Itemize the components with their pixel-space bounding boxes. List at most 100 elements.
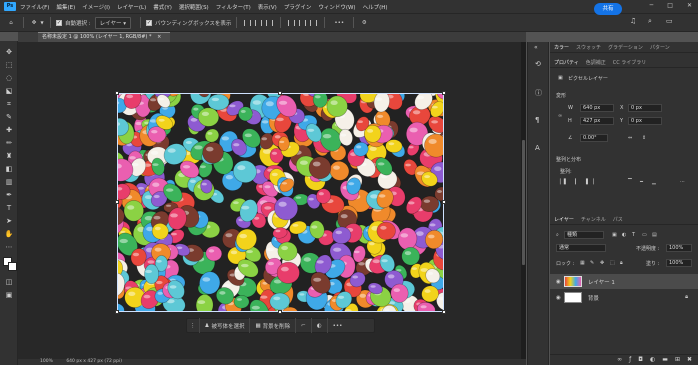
blend-mode-dropdown[interactable]: 通常 <box>556 244 606 252</box>
tab-properties[interactable]: プロパティ <box>554 59 579 66</box>
zoom-level[interactable]: 100% <box>40 359 53 364</box>
select-subject-button[interactable]: ♟ 被写体を選択 <box>200 318 251 333</box>
menu-type[interactable]: 書式(Y) <box>153 3 172 11</box>
link-icon[interactable]: ∞ <box>558 113 562 119</box>
menu-plugins[interactable]: プラグイン <box>284 3 312 11</box>
eyedropper-tool-icon[interactable]: ✎ <box>3 112 15 122</box>
lock-artboard-icon[interactable]: ⬚ <box>610 260 615 266</box>
bell-icon[interactable]: ♫ <box>630 17 636 25</box>
filter-pixel-icon[interactable]: ▣ <box>612 232 617 238</box>
align-right-icon[interactable]: ▌▕ <box>586 179 594 185</box>
context-more-button[interactable]: ••• <box>328 318 348 333</box>
align-middle-icon[interactable] <box>299 19 307 26</box>
width-field[interactable]: 640 px <box>580 104 614 112</box>
history-icon[interactable]: ⟲ <box>535 60 541 68</box>
menu-image[interactable]: イメージ(I) <box>82 3 110 11</box>
trash-icon[interactable]: ✖ <box>687 355 692 365</box>
height-field[interactable]: 427 px <box>580 117 614 125</box>
brush-tool-icon[interactable]: ✏ <box>3 138 15 148</box>
filter-type-icon[interactable]: T <box>632 232 635 238</box>
info-icon[interactable]: ⓘ <box>535 88 542 98</box>
tab-channels[interactable]: チャンネル <box>581 216 606 223</box>
flip-vertical-icon[interactable]: ⇕ <box>642 135 646 141</box>
healing-brush-icon[interactable]: ✚ <box>3 125 15 135</box>
filter-shape-icon[interactable]: ▭ <box>642 232 647 238</box>
mask-icon[interactable]: ◘ <box>638 355 643 365</box>
lock-all-icon[interactable]: 🔒︎ <box>620 260 623 266</box>
adjustment-layer-icon[interactable]: ◐ <box>650 355 655 365</box>
marquee-tool-icon[interactable]: ⬚ <box>3 60 15 70</box>
transform-handle-br[interactable] <box>442 310 446 314</box>
workspace-icon[interactable]: ▭ <box>666 17 673 25</box>
fill-field[interactable]: 100% <box>666 259 692 267</box>
menu-help[interactable]: ヘルプ(H) <box>363 3 388 11</box>
lock-icon[interactable]: 🔒︎ <box>685 294 688 301</box>
lock-transparent-icon[interactable]: ▦ <box>580 260 585 266</box>
path-select-tool-icon[interactable]: ➤ <box>3 216 15 226</box>
crop-tool-icon[interactable]: ⌗ <box>3 99 15 109</box>
share-button[interactable]: 共有 <box>594 3 622 15</box>
close-icon[interactable]: ✕ <box>687 2 692 9</box>
align-section-title[interactable]: 整列と分布 <box>556 156 581 163</box>
y-field[interactable]: 0 px <box>628 117 662 125</box>
move-tool-icon[interactable]: ✥ <box>29 20 39 26</box>
tab-libraries[interactable]: CC ライブラリ <box>613 59 647 66</box>
collapse-icon[interactable]: « <box>534 44 538 51</box>
move-tool-icon[interactable]: ✥ <box>3 47 15 57</box>
lasso-tool-icon[interactable]: ◌ <box>3 73 15 83</box>
more-align-icon[interactable]: ⋯ <box>680 179 685 185</box>
screen-mode-icon[interactable]: ▣ <box>3 290 15 300</box>
auto-select-dropdown[interactable]: レイヤー ▾ <box>94 16 131 29</box>
filter-adjust-icon[interactable]: ◐ <box>622 232 626 238</box>
document-tab[interactable]: 名称未設定 1 @ 100% (レイヤー 1, RGB/8#) * × <box>38 32 170 42</box>
menu-window[interactable]: ウィンドウ(W) <box>318 3 355 11</box>
remove-background-button[interactable]: ▦ 背景を削除 <box>250 318 297 333</box>
auto-select-checkbox[interactable]: ✓ <box>56 19 62 26</box>
hand-tool-icon[interactable]: ✋ <box>3 229 15 239</box>
visibility-eye-icon[interactable]: ◉ <box>556 279 561 285</box>
transform-handle-mr[interactable] <box>442 200 446 204</box>
fx-icon[interactable]: ƒ <box>629 355 631 365</box>
tab-patterns[interactable]: パターン <box>650 44 670 51</box>
align-top-icon[interactable] <box>288 19 296 26</box>
minimize-icon[interactable]: ─ <box>650 2 654 9</box>
menu-file[interactable]: ファイル(F) <box>20 3 49 11</box>
transform-section-title[interactable]: 変形 <box>556 92 566 99</box>
lock-position-icon[interactable]: ✥ <box>600 260 604 266</box>
tab-swatches[interactable]: スウォッチ <box>576 44 601 51</box>
align-left-icon[interactable]: ▏▌ <box>560 179 568 185</box>
visibility-eye-icon[interactable]: ◉ <box>556 295 561 301</box>
transform-button[interactable]: ⌐ <box>296 318 312 333</box>
tab-gradients[interactable]: グラデーション <box>608 44 643 51</box>
transform-bounding-box[interactable] <box>115 91 446 314</box>
scrollbar-thumb[interactable] <box>522 140 525 265</box>
more-options-button[interactable]: ••• <box>334 20 344 26</box>
new-layer-icon[interactable]: ⊞ <box>675 355 680 365</box>
layer-name[interactable]: 背景 <box>588 294 599 302</box>
adjustment-button[interactable]: ◐ <box>312 318 328 333</box>
gradient-tool-icon[interactable]: ▥ <box>3 177 15 187</box>
transform-handle-tc[interactable] <box>278 91 282 95</box>
pen-tool-icon[interactable]: ✒ <box>3 190 15 200</box>
flip-horizontal-icon[interactable]: ⇔ <box>628 135 632 141</box>
lock-pixels-icon[interactable]: ✎ <box>590 260 594 266</box>
align-bottom-icon[interactable]: ▁ <box>652 179 656 185</box>
transform-handle-ml[interactable] <box>115 200 119 204</box>
chevron-down-icon[interactable]: ▼ <box>39 20 45 25</box>
layer-name[interactable]: レイヤー 1 <box>588 278 615 286</box>
character-icon[interactable]: A <box>535 144 540 152</box>
align-vcenter-icon[interactable]: ━ <box>640 179 643 185</box>
menu-filter[interactable]: フィルター(T) <box>216 3 251 11</box>
layer-row-background[interactable]: ◉ 背景 🔒︎ <box>550 290 698 305</box>
align-top-icon[interactable]: ▔ <box>628 179 632 185</box>
align-hcenter-icon[interactable]: ┃ <box>574 179 577 185</box>
opacity-field[interactable]: 100% <box>666 244 692 252</box>
transform-handle-bc[interactable] <box>278 310 282 314</box>
align-bottom-icon[interactable] <box>310 19 318 26</box>
close-tab-icon[interactable]: × <box>157 34 161 40</box>
align-right-icon[interactable] <box>266 19 274 26</box>
more-tools-icon[interactable]: ⋯ <box>3 242 15 252</box>
menu-layer[interactable]: レイヤー(L) <box>117 3 146 11</box>
folder-icon[interactable]: ▬ <box>662 355 668 365</box>
tab-layers[interactable]: レイヤー <box>554 216 574 223</box>
